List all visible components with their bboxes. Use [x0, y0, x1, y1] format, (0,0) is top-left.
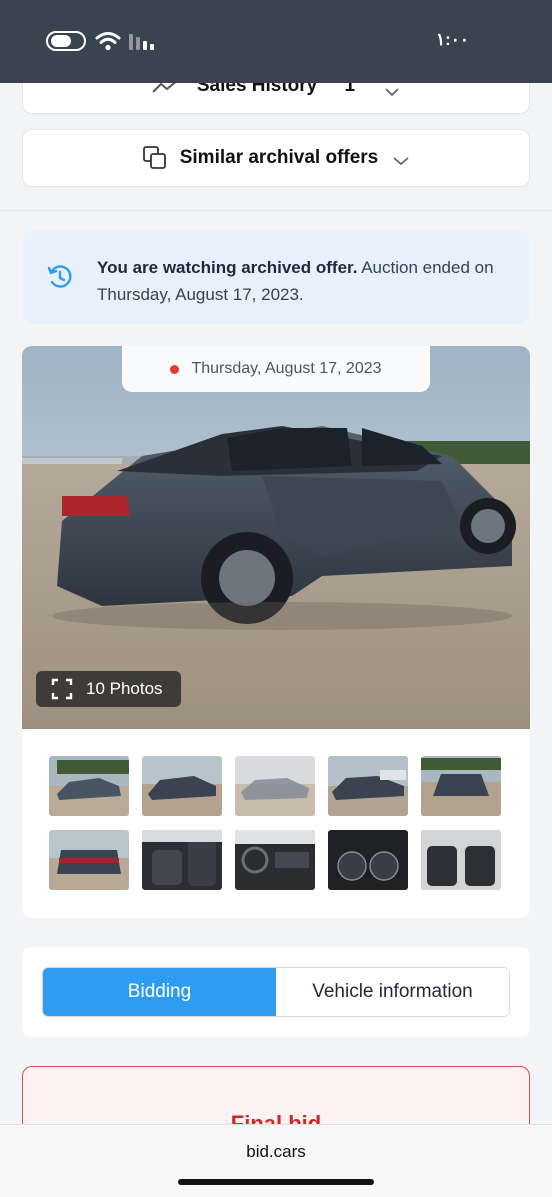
- photos-count-label: 10 Photos: [86, 679, 163, 698]
- history-icon: [47, 265, 72, 288]
- view-photos-button[interactable]: 10 Photos: [36, 671, 181, 707]
- browser-url-bar[interactable]: bid.cars: [0, 1124, 552, 1197]
- thumbnail-grid: [49, 756, 503, 890]
- thumbnail-1[interactable]: [49, 756, 129, 816]
- toggle-icon: [46, 31, 86, 51]
- thumbnail-3[interactable]: [235, 756, 315, 816]
- thumbnail-2[interactable]: [142, 756, 222, 816]
- auction-date: Thursday, August 17, 2023: [191, 360, 382, 377]
- fullscreen-icon: [51, 678, 73, 700]
- wifi-icon: [95, 32, 121, 51]
- status-time: ١:٠٠: [436, 30, 470, 49]
- chevron-down-icon: [392, 153, 410, 166]
- thumbnail-4[interactable]: [328, 756, 408, 816]
- tab-group: Bidding Vehicle information: [42, 967, 510, 1017]
- thumbnail-7[interactable]: [142, 830, 222, 890]
- archived-notice-text: You are watching archived offer. Auction…: [97, 254, 507, 308]
- home-indicator[interactable]: [178, 1179, 374, 1185]
- signal-icon: [129, 34, 154, 50]
- archived-offer-notice: You are watching archived offer. Auction…: [22, 230, 530, 324]
- archived-notice-bold: You are watching archived offer.: [97, 258, 358, 277]
- tab-bidding[interactable]: Bidding: [43, 968, 276, 1016]
- thumbnail-5[interactable]: [421, 756, 501, 816]
- thumbnail-8[interactable]: [235, 830, 315, 890]
- url-text: bid.cars: [246, 1142, 306, 1161]
- thumbnail-6[interactable]: [49, 830, 129, 890]
- thumbnail-10[interactable]: [421, 830, 501, 890]
- status-dot: [170, 364, 180, 374]
- photo-gallery-card: Thursday, August 17, 2023 10 Photos: [22, 346, 530, 918]
- similar-archival-offers-label: Similar archival offers: [179, 147, 379, 168]
- copy-icon: [142, 145, 168, 171]
- similar-archival-offers-button[interactable]: Similar archival offers: [22, 129, 530, 187]
- section-divider: [0, 210, 552, 211]
- thumbnail-9[interactable]: [328, 830, 408, 890]
- tabs-card: Bidding Vehicle information: [22, 947, 530, 1037]
- auction-date-pill: Thursday, August 17, 2023: [122, 346, 430, 392]
- tab-vehicle-information[interactable]: Vehicle information: [276, 968, 509, 1016]
- status-bar: ١:٠٠: [0, 0, 552, 83]
